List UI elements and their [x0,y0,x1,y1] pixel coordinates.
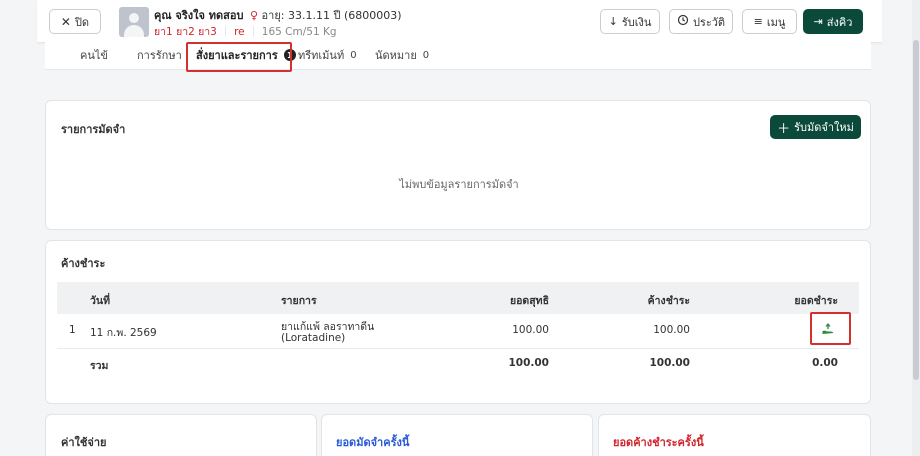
allergy-note: re [234,26,245,38]
deposit-empty-text: ไม่พบข้อมูลรายการมัดจำ [399,178,519,191]
patient-info-line: ยา1 ยา2 ยา3 ｜ re ｜ 165 Cm/51 Kg [154,26,337,38]
patient-age: อายุ: 33.1.11 ปี [261,9,341,22]
expenses-title: ค่าใช้จ่าย [61,436,107,449]
menu-button[interactable]: ≡ เมนู [742,9,797,34]
outstanding-round-card: ยอดค้างชำระครั้งนี้ [598,414,871,456]
history-button[interactable]: ประวัติ [669,9,733,34]
treatments-count-badge: 0 [350,49,357,61]
plus-icon: ＋ [777,121,791,137]
allergy-list: ยา1 ยา2 ยา3 [154,26,217,38]
receive-money-button[interactable]: ↓ รับเงิน [600,9,660,34]
height-weight: 165 Cm/51 Kg [261,26,337,38]
row-number: 1 [69,324,76,336]
tab-treatment[interactable]: การรักษา [137,46,182,64]
total-net: 100.00 [508,357,549,369]
outstanding-title: ค้างชำระ [61,257,106,270]
total-outstanding: 100.00 [649,357,690,369]
avatar [119,7,149,37]
outstanding-card: ค้างชำระ [45,240,871,404]
scrollbar-track[interactable] [912,0,920,456]
scrollbar-thumb[interactable] [913,40,919,380]
row-outstanding: 100.00 [653,324,690,336]
tab-patient[interactable]: คนไข้ [80,46,108,64]
col-net: ยอดสุทธิ [509,295,549,307]
tab-treatments[interactable]: ทรีทเม้นท์ 0 [298,46,357,64]
tab-bar: คนไข้ การรักษา สั่งยาและรายการ 1 ทรีทเม้… [45,40,871,70]
send-queue-button[interactable]: ⇥ ส่งคิว [803,9,863,34]
col-date: วันที่ [90,295,110,307]
patient-hn: (6800003) [343,9,402,22]
row-net: 100.00 [512,324,549,336]
close-button[interactable]: ✕ ปิด [49,9,101,34]
col-paid: ยอดชำระ [794,295,838,307]
col-item: รายการ [281,295,317,307]
close-icon: ✕ [60,14,71,29]
total-paid: 0.00 [812,357,838,369]
deposit-round-title: ยอดมัดจำครั้งนี้ [336,436,410,449]
row-item-generic: (Loratadine) [281,332,346,344]
pay-icon-highlight-box [810,312,851,345]
tab-highlight-box [186,42,292,72]
female-icon: ♀ [249,9,259,22]
row-date: 11 ก.พ. 2569 [90,327,157,339]
outstanding-round-title: ยอดค้างชำระครั้งนี้ [613,436,704,449]
appointments-count-badge: 0 [422,49,430,61]
patient-header: ✕ ปิด คุณ จริงใจ ทดสอบ ♀ อายุ: 33.1.11 ป… [37,0,882,43]
tab-appointments[interactable]: นัดหมาย 0 [375,46,429,64]
deposit-round-card: ยอดมัดจำครั้งนี้ [321,414,593,456]
row-divider [57,348,859,349]
arrow-down-icon: ↓ [608,15,618,28]
deposit-card: รายการมัดจำ ＋ รับมัดจำใหม่ ไม่พบข้อมูลรา… [45,100,871,230]
deposit-title: รายการมัดจำ [61,123,126,136]
patient-name: คุณ จริงใจ ทดสอบ [154,9,244,22]
enter-icon: ⇥ [813,15,823,28]
col-outstanding: ค้างชำระ [647,295,690,307]
total-label: รวม [90,360,109,372]
history-icon [677,14,689,29]
hamburger-icon: ≡ [753,15,763,28]
add-deposit-button[interactable]: ＋ รับมัดจำใหม่ [770,115,861,139]
expenses-card: ค่าใช้จ่าย [45,414,317,456]
patient-name-line: คุณ จริงใจ ทดสอบ ♀ อายุ: 33.1.11 ปี (680… [154,6,402,24]
